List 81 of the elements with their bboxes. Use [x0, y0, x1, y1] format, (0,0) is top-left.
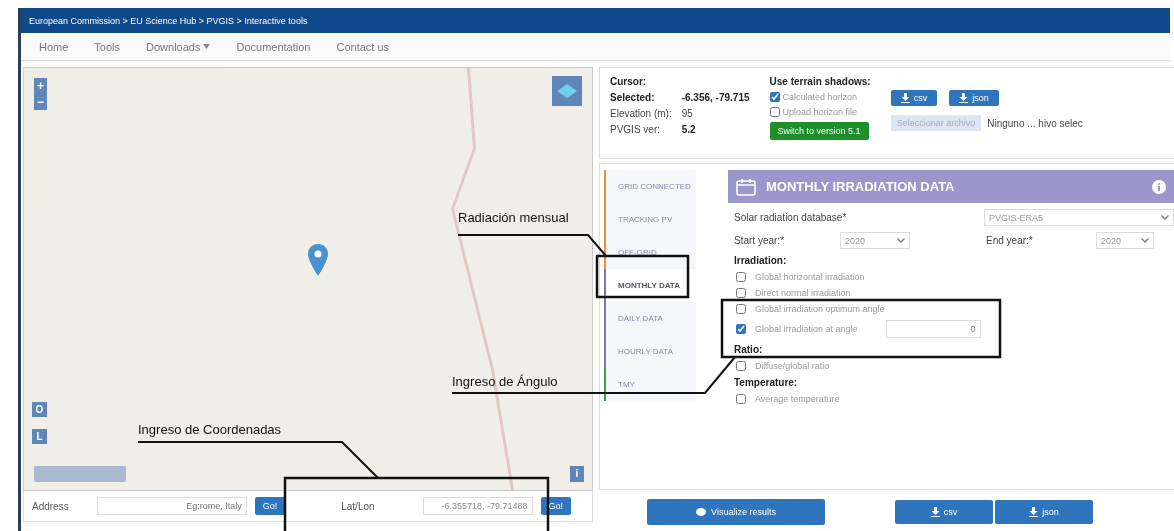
go-button[interactable]: Go! [254, 497, 286, 515]
zoom-out-button[interactable]: − [34, 94, 47, 110]
latlon-field[interactable]: -6.355718, -79.71488 [422, 497, 533, 515]
callout-label: Radiación mensual [458, 210, 569, 225]
end-year-label: End year:* [986, 235, 1034, 246]
help-icon[interactable] [1152, 179, 1166, 194]
selected-coordinates: -6.356, -79.715 [681, 92, 750, 103]
version-label: PVGIS ver: [610, 124, 661, 135]
section-title: Irradiation: [733, 255, 788, 266]
checkbox[interactable] [736, 324, 746, 334]
checkbox[interactable] [736, 304, 746, 314]
chevron-icon [897, 238, 905, 243]
eye-icon [696, 508, 707, 516]
download-icon [900, 93, 910, 103]
data-option[interactable]: Direct normal irradiation [736, 288, 851, 298]
end-year-dropdown[interactable]: 2020 [1096, 232, 1154, 249]
database-label: Solar radiation database* [734, 212, 848, 223]
layers-icon [557, 84, 577, 98]
tool-tab[interactable]: TMY [604, 368, 696, 401]
map-button[interactable]: O [32, 402, 47, 417]
visualize-button[interactable]: Visualize results [647, 499, 825, 525]
info-button[interactable]: i [570, 466, 584, 482]
download-icon [959, 93, 969, 103]
checkbox[interactable] [736, 394, 746, 404]
nav-link[interactable]: Tools [94, 40, 121, 53]
map-button[interactable]: L [32, 429, 47, 444]
nav-link[interactable]: Downloads [146, 40, 211, 53]
nav-link[interactable]: Contact us [336, 40, 390, 53]
data-option[interactable]: Diffuse/global ratio [736, 361, 830, 371]
data-option[interactable]: Global irradiation optimum angle [736, 304, 885, 314]
data-option[interactable]: Average temperature [736, 394, 840, 404]
breadcrumb: European Commission > EU Science Hub > PVGIS > Interactive tools [29, 15, 308, 26]
tool-tab[interactable]: GRID CONNECTED [604, 170, 696, 203]
tool-tab[interactable]: HOURLY DATA [604, 335, 696, 368]
tool-tab[interactable]: OFF-GRID [604, 236, 696, 269]
elevation-value: 95 [681, 108, 694, 119]
checkbox[interactable] [769, 107, 780, 117]
address-label: Address [32, 500, 69, 512]
section-title: Temperature: [733, 377, 799, 388]
download-button[interactable]: csv [890, 90, 938, 106]
zoom-in-button[interactable]: + [34, 78, 47, 94]
elevation-label: Elevation (m): [610, 108, 672, 119]
cursor-label: Cursor: [610, 76, 648, 87]
file-status: Ninguno ... hivo selec [987, 117, 1083, 129]
angle-field[interactable]: 0 [885, 320, 981, 338]
horizon-option[interactable]: Upload horizon file [769, 107, 871, 117]
tool-tab[interactable]: TRACKING PV [604, 203, 696, 236]
start-year-dropdown[interactable]: 2020 [840, 232, 910, 249]
latlon-label: Lat/Lon [341, 500, 375, 512]
download-icon [1029, 507, 1039, 517]
tool-tab[interactable]: DAILY DATA [604, 302, 696, 335]
data-option[interactable]: Global horizontal irradiation [736, 272, 865, 282]
callout-label: Ingreso de Ángulo [452, 374, 558, 389]
selected-label: Selected: [610, 92, 656, 103]
database-dropdown[interactable]: PVGIS-ERA5 [984, 209, 1174, 226]
section-title: Ratio: [733, 344, 764, 355]
panel-title: MONTHLY IRRADIATION DATA [766, 179, 956, 194]
chevron-icon [1141, 238, 1149, 243]
caret-icon [203, 44, 211, 49]
switch-version-button[interactable]: Switch to version 5.1 [769, 122, 869, 140]
go-button[interactable]: Go! [540, 497, 572, 515]
checkbox[interactable] [769, 92, 780, 102]
callout-label: Ingreso de Coordenadas [138, 422, 282, 437]
download-button[interactable]: json [995, 500, 1093, 524]
address-field[interactable]: Eg:rome, Italy [96, 497, 247, 515]
checkbox[interactable] [736, 272, 746, 282]
nav-link[interactable]: Home [39, 40, 69, 53]
data-option[interactable]: Global irradiation at angle [736, 324, 858, 334]
chevron-icon [1161, 215, 1169, 220]
map-pin-icon [308, 244, 328, 276]
checkbox[interactable] [736, 361, 746, 371]
download-button[interactable]: csv [895, 500, 993, 524]
nav-link[interactable]: Documentation [236, 40, 311, 53]
terrain-title: Use terrain shadows: [769, 76, 871, 87]
checkbox[interactable] [736, 288, 746, 298]
start-year-label: Start year:* [734, 235, 786, 246]
calendar-icon [736, 177, 756, 196]
horizon-option[interactable]: Calculated horizon [769, 92, 871, 102]
version-value: 5.2 [681, 124, 697, 135]
download-button[interactable]: json [949, 90, 999, 106]
download-icon [930, 507, 940, 517]
